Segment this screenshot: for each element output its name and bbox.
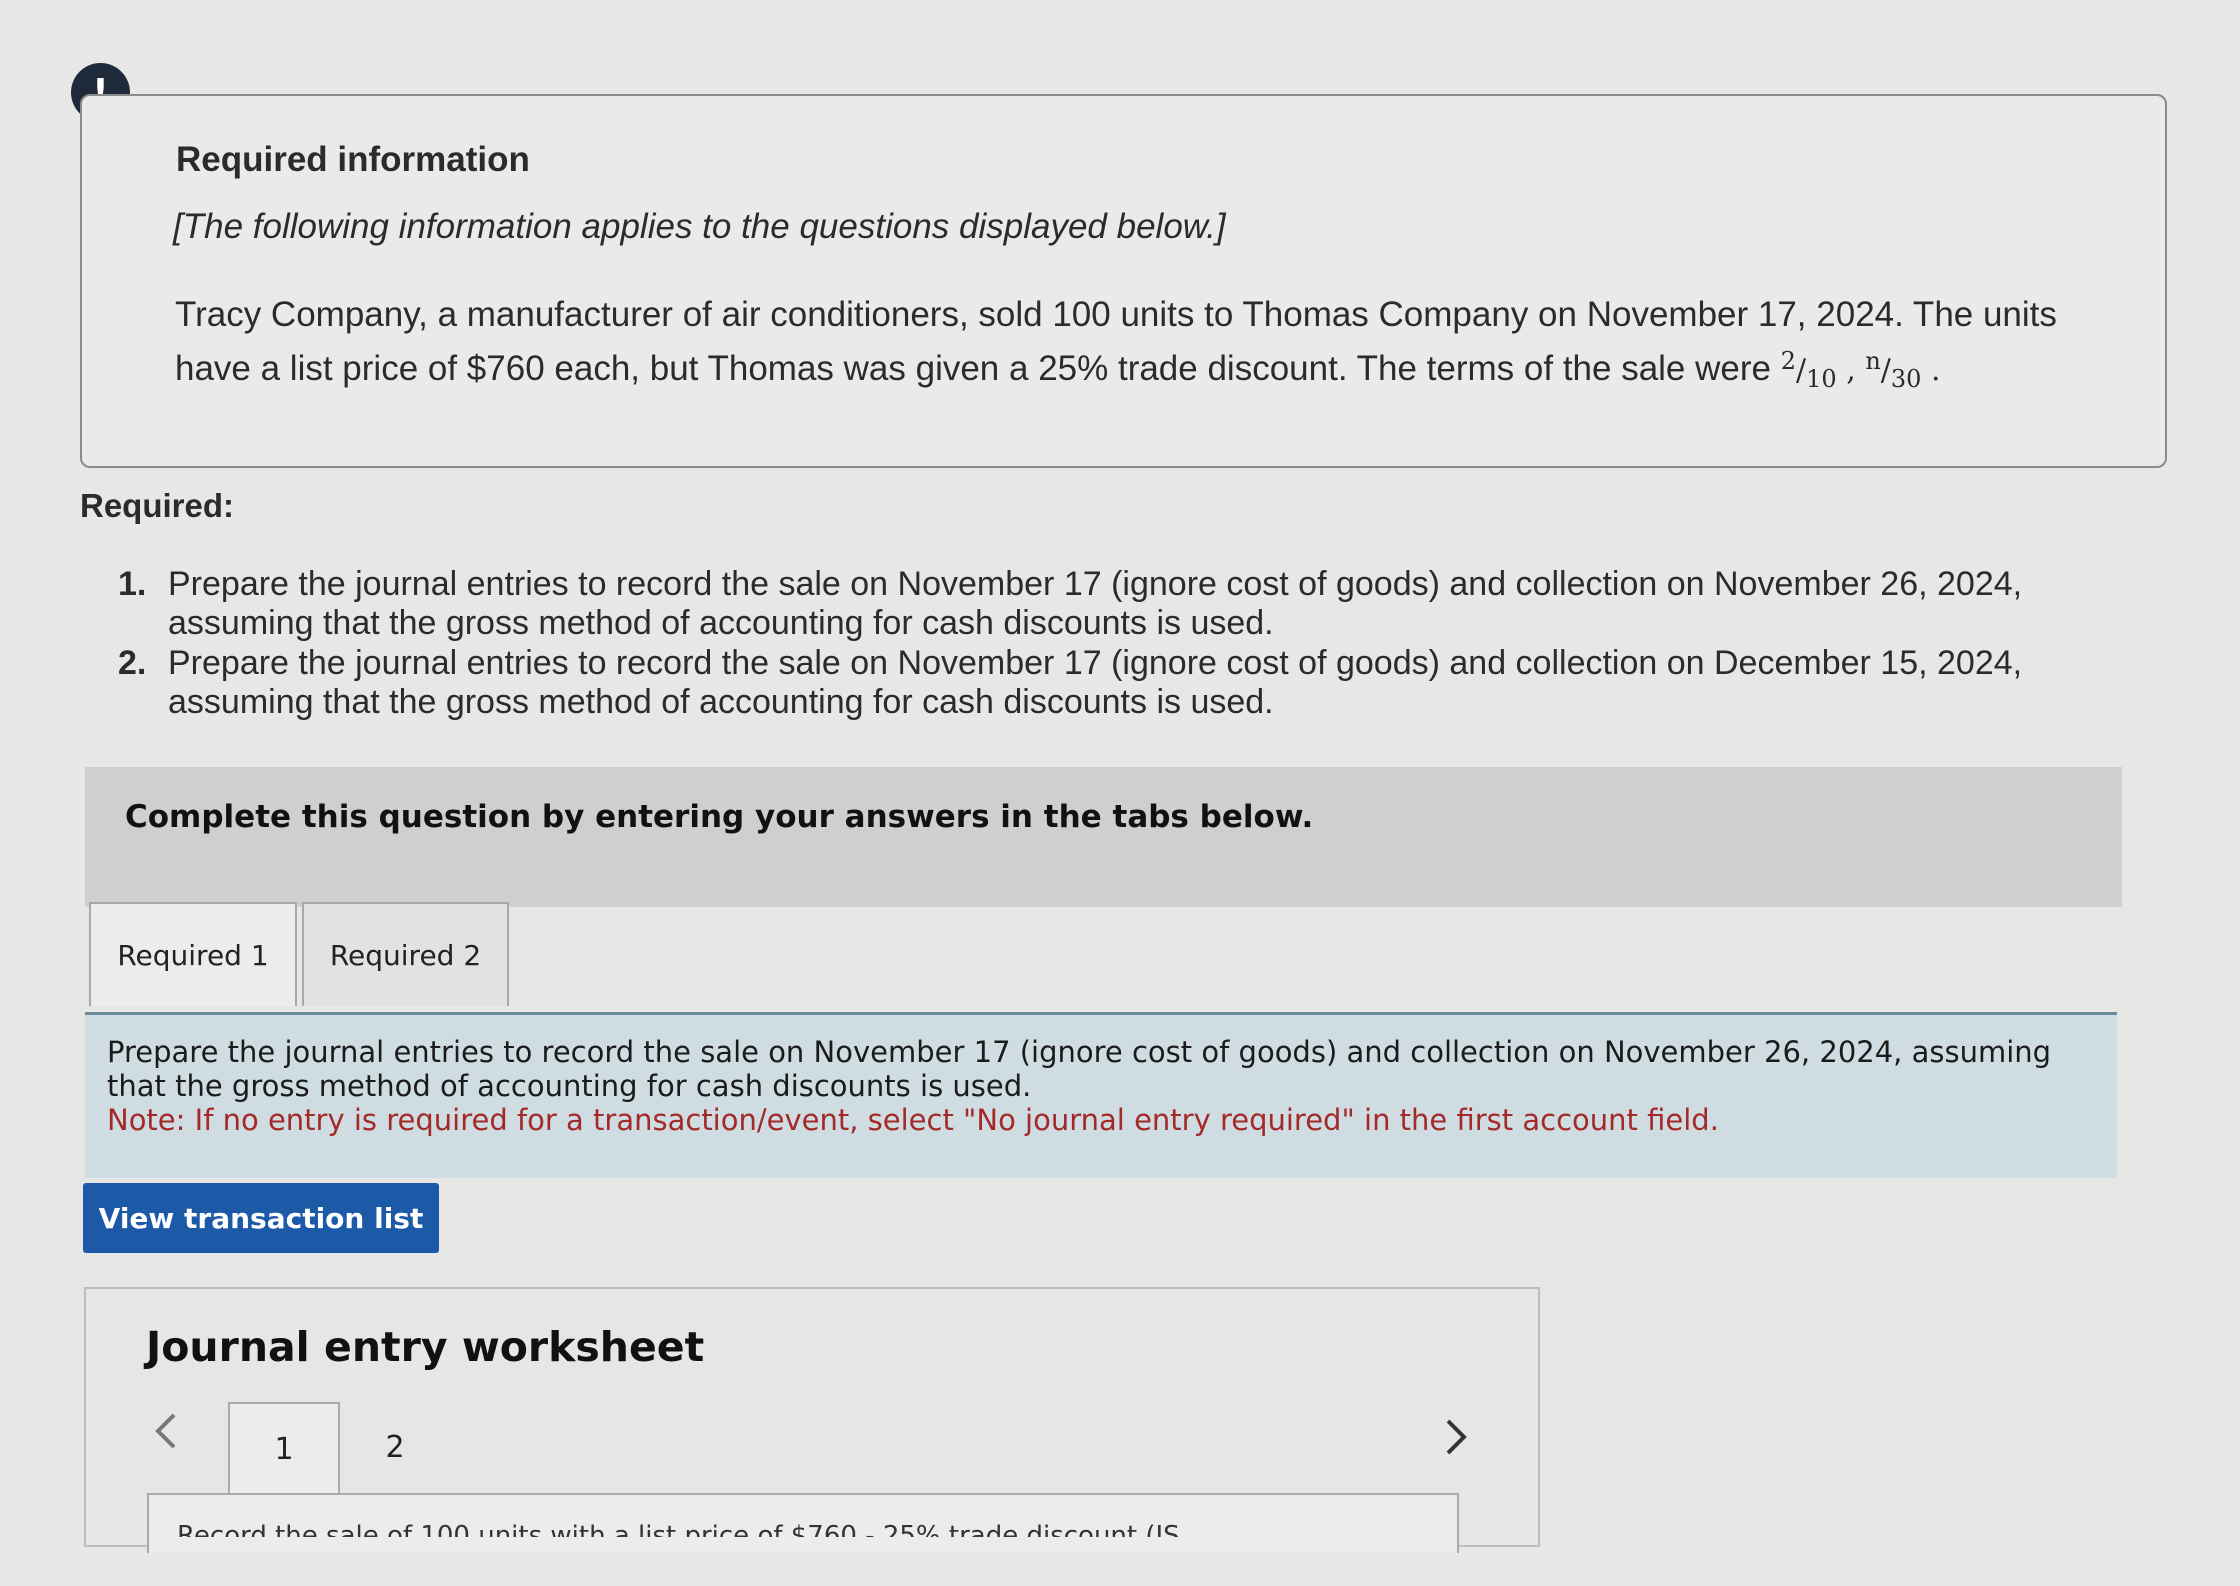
info-subtitle: [The following information applies to th…: [173, 207, 1226, 246]
terms-separator: ,: [1846, 353, 1856, 388]
instructions-note: Note: If no entry is required for a tran…: [107, 1103, 1719, 1137]
worksheet-entry-panel: Record the sale of 100 units with a list…: [147, 1493, 1459, 1553]
worksheet-panel-text: Record the sale of 100 units with a list…: [177, 1521, 1180, 1537]
complete-question-bar: Complete this question by entering your …: [85, 767, 2122, 907]
instructions-panel: Prepare the journal entries to record th…: [85, 1012, 2117, 1178]
required-heading: Required:: [80, 487, 235, 524]
list-item-text: Prepare the journal entries to record th…: [168, 644, 2023, 721]
list-item: 2. Prepare the journal entries to record…: [118, 644, 2078, 722]
terms-2-numerator: n: [1865, 347, 1881, 375]
terms-end: .: [1930, 353, 1941, 388]
terms-1-denominator: 10: [1806, 365, 1837, 393]
worksheet-page-2[interactable]: 2: [340, 1402, 450, 1492]
info-body-text: Tracy Company, a manufacturer of air con…: [175, 295, 2057, 388]
instructions-text: Prepare the journal entries to record th…: [107, 1035, 2052, 1103]
list-item-text: Prepare the journal entries to record th…: [168, 565, 2023, 642]
journal-entry-worksheet: Journal entry worksheet 1 2 Record the s…: [84, 1287, 1540, 1553]
worksheet-title: Journal entry worksheet: [146, 1323, 705, 1371]
list-item: 1. Prepare the journal entries to record…: [118, 565, 2078, 643]
list-item-number: 1.: [118, 565, 147, 603]
terms-fraction: 2/10 , n/30 .: [1780, 347, 1941, 393]
list-item-number: 2.: [118, 644, 147, 682]
terms-1-numerator: 2: [1780, 347, 1797, 375]
view-transaction-list-button[interactable]: View transaction list: [83, 1183, 439, 1253]
chevron-right-icon[interactable]: [1442, 1417, 1470, 1468]
chevron-left-icon[interactable]: [152, 1411, 180, 1462]
worksheet-page-1[interactable]: 1: [228, 1402, 340, 1494]
tab-required-2[interactable]: Required 2: [302, 902, 509, 1006]
info-title: Required information: [176, 140, 530, 179]
info-body: Tracy Company, a manufacturer of air con…: [175, 292, 2075, 402]
complete-question-text: Complete this question by entering your …: [125, 799, 1314, 835]
required-list: 1. Prepare the journal entries to record…: [118, 565, 2078, 723]
terms-2-denominator: 30: [1890, 365, 1922, 393]
tab-required-1[interactable]: Required 1: [89, 902, 297, 1006]
